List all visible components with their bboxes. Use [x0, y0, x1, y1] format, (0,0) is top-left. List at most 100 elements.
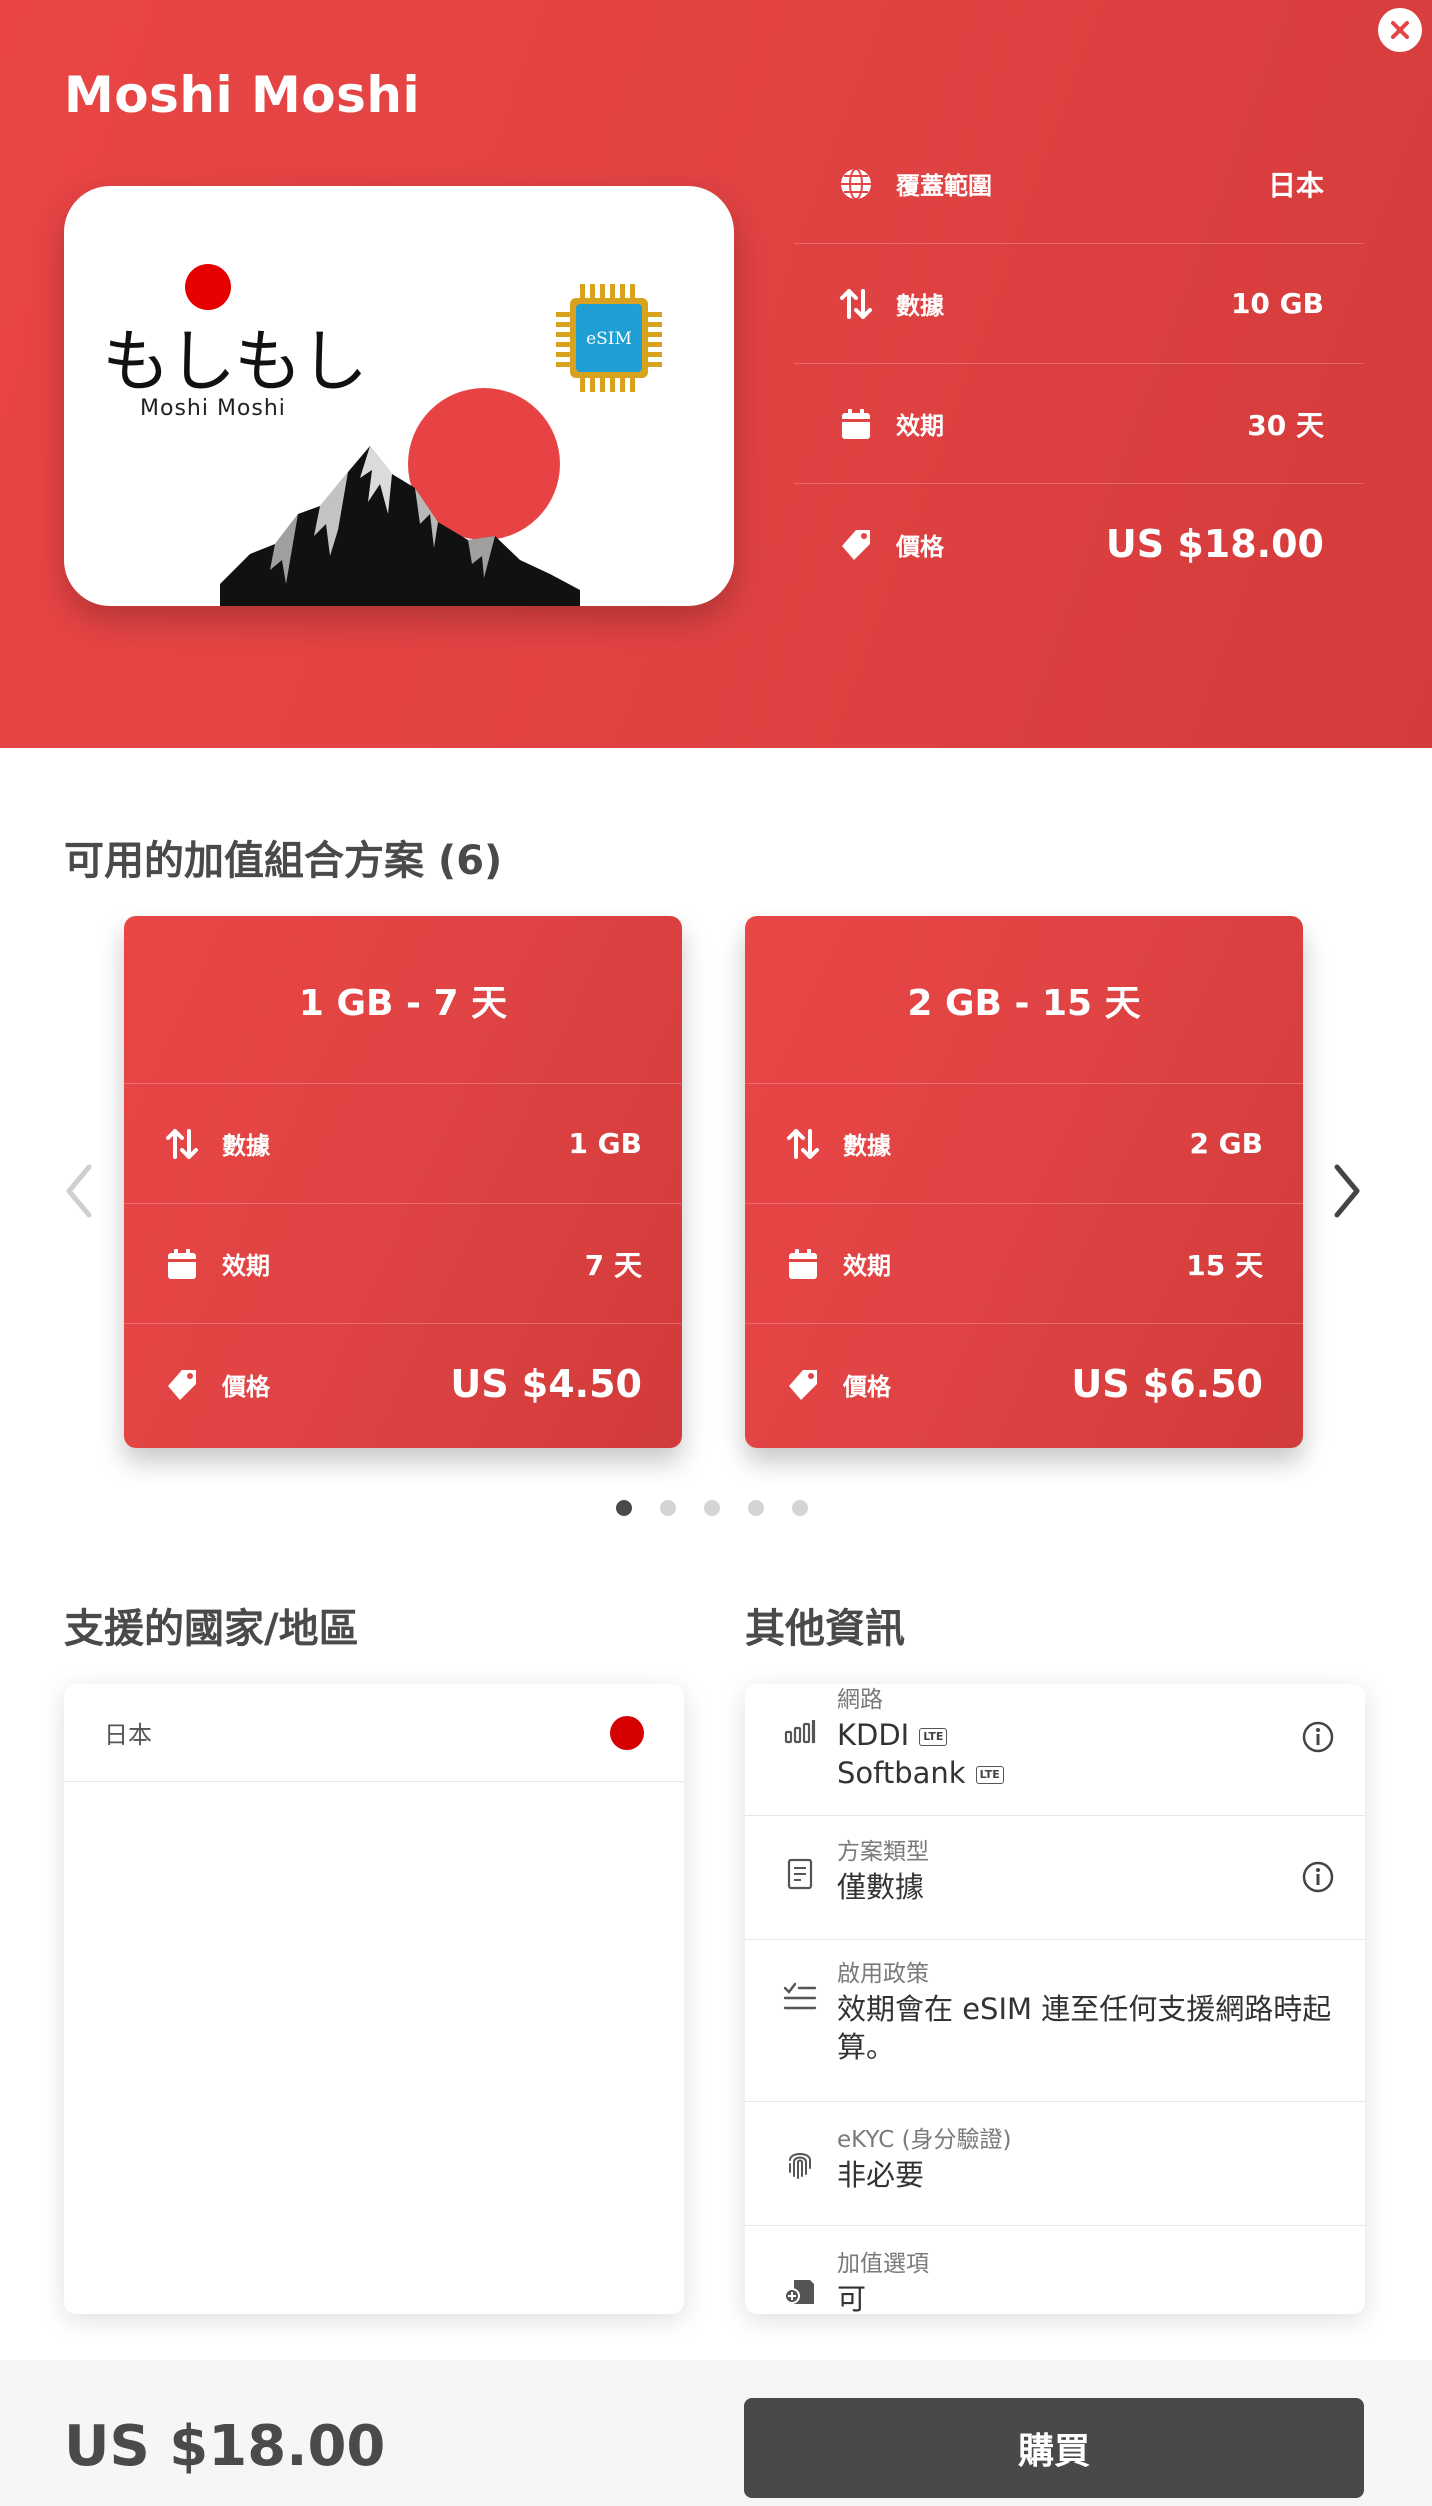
close-button[interactable] — [1378, 8, 1422, 52]
pagination-dot[interactable] — [660, 1500, 676, 1516]
info-caption: 啟用政策 — [837, 1961, 929, 1987]
info-value: 可 — [837, 2282, 867, 2314]
info-activation-policy: 啟用政策 效期會在 eSIM 連至任何支援網路時起算。 — [745, 1940, 1365, 2102]
topup-label: 數據 — [843, 1132, 891, 1160]
calendar-icon — [838, 406, 874, 442]
logo-japanese-text: もしもし — [102, 323, 368, 402]
price-tag-icon — [838, 526, 874, 562]
info-value: 非必要 — [837, 2158, 925, 2192]
info-icon[interactable] — [1301, 1720, 1335, 1754]
topup-price-row: 價格 US $6.50 — [745, 1324, 1303, 1444]
svg-text:eSIM: eSIM — [586, 329, 632, 349]
carousel-prev-button[interactable] — [56, 1160, 100, 1222]
price-tag-icon — [785, 1366, 821, 1402]
info-plan-type: 方案類型 僅數據 — [745, 1816, 1365, 1940]
topup-value: 15 天 — [1186, 1248, 1263, 1282]
topup-value: US $4.50 — [450, 1362, 642, 1406]
logo-sun — [185, 264, 231, 310]
info-ekyc: eKYC (身分驗證) 非必要 — [745, 2102, 1365, 2226]
info-title: 其他資訊 — [745, 1606, 905, 1652]
topup-value: US $6.50 — [1071, 1362, 1263, 1406]
topup-card-title: 2 GB - 15 天 — [745, 916, 1303, 1084]
topup-label: 價格 — [843, 1372, 891, 1401]
sim-card-image: もしもし Moshi Moshi eSIM — [64, 186, 734, 606]
product-title: Moshi Moshi — [64, 66, 421, 124]
plan-spec-list: 覆蓋範圍 日本 數據 10 GB 效期 30 天 價格 US $18.00 — [794, 124, 1364, 604]
topup-label: 效期 — [843, 1252, 891, 1280]
countries-title: 支援的國家/地區 — [64, 1606, 359, 1652]
product-header: Moshi Moshi もしもし Moshi Moshi eSIM 覆蓋範圍 日… — [0, 0, 1432, 748]
globe-icon — [838, 166, 874, 202]
pagination-dot[interactable] — [616, 1500, 632, 1516]
footer-price: US $18.00 — [64, 2414, 386, 2479]
spec-value: 10 GB — [1230, 287, 1324, 320]
info-caption: 加值選項 — [837, 2251, 929, 2277]
close-icon — [1391, 21, 1409, 39]
spec-data: 數據 10 GB — [794, 244, 1364, 364]
topup-value: 1 GB — [568, 1127, 642, 1160]
spec-label: 數據 — [896, 292, 944, 320]
topups-title: 可用的加值組合方案 (6) — [64, 838, 503, 884]
spec-value: 日本 — [1267, 168, 1324, 202]
countries-panel: 日本 — [64, 1684, 684, 2314]
buy-button[interactable]: 購買 — [744, 2398, 1364, 2498]
topup-validity-row: 效期 15 天 — [745, 1204, 1303, 1324]
pagination-dot[interactable] — [748, 1500, 764, 1516]
data-arrows-icon — [785, 1126, 821, 1162]
info-panel: 網路 KDDI LTE Softbank LTE 方案類型 僅數據 啟用政策 效期會… — [745, 1684, 1365, 2314]
calendar-icon — [164, 1246, 200, 1282]
calendar-icon — [785, 1246, 821, 1282]
info-caption: 網路 — [837, 1687, 883, 1713]
japan-flag-icon — [610, 1715, 644, 1750]
topup-validity-row: 效期 7 天 — [124, 1204, 682, 1324]
country-item: 日本 — [64, 1684, 684, 1782]
topup-label: 價格 — [222, 1372, 270, 1401]
spec-coverage: 覆蓋範圍 日本 — [794, 124, 1364, 244]
topup-card[interactable]: 1 GB - 7 天 數據 1 GB 效期 7 天 價格 US $4.50 — [124, 916, 682, 1448]
fingerprint-icon — [783, 2148, 817, 2180]
lte-badge: LTE — [919, 1728, 948, 1746]
sim-add-icon — [783, 2276, 817, 2306]
info-caption: eKYC (身分驗證) — [837, 2127, 1012, 2153]
data-arrows-icon — [838, 286, 874, 322]
info-network: 網路 KDDI LTE Softbank LTE — [745, 1684, 1365, 1816]
pagination-dot[interactable] — [704, 1500, 720, 1516]
info-caption: 方案類型 — [837, 1839, 929, 1865]
lte-badge: LTE — [975, 1766, 1004, 1784]
signal-bars-icon — [783, 1720, 817, 1744]
topup-value: 7 天 — [584, 1248, 642, 1282]
mountain-illustration — [220, 446, 580, 606]
spec-value: US $18.00 — [1105, 522, 1324, 566]
esim-chip-icon: eSIM — [556, 284, 662, 392]
topup-card-title: 1 GB - 7 天 — [124, 916, 682, 1084]
pagination-dot[interactable] — [792, 1500, 808, 1516]
data-arrows-icon — [164, 1126, 200, 1162]
carousel-pagination — [616, 1500, 808, 1516]
price-tag-icon — [164, 1366, 200, 1402]
topup-data-row: 數據 2 GB — [745, 1084, 1303, 1204]
topup-price-row: 價格 US $4.50 — [124, 1324, 682, 1444]
info-value: 僅數據 — [837, 1870, 925, 1904]
chevron-left-icon — [66, 1164, 92, 1218]
topup-label: 效期 — [222, 1252, 270, 1280]
chevron-right-icon — [1334, 1164, 1360, 1218]
spec-label: 效期 — [896, 412, 944, 440]
topup-data-row: 數據 1 GB — [124, 1084, 682, 1204]
carousel-next-button[interactable] — [1326, 1160, 1370, 1222]
topup-label: 數據 — [222, 1132, 270, 1160]
topup-card[interactable]: 2 GB - 15 天 數據 2 GB 效期 15 天 價格 US $6.50 — [745, 916, 1303, 1448]
spec-validity: 效期 30 天 — [794, 364, 1364, 484]
info-topup-option: 加值選項 可 — [745, 2226, 1365, 2314]
info-value: 效期會在 eSIM 連至任何支援網路時起算。 — [837, 1992, 1332, 2064]
purchase-footer: US $18.00 購買 — [0, 2360, 1432, 2506]
checklist-icon — [783, 1982, 817, 2012]
topup-value: 2 GB — [1189, 1127, 1263, 1160]
spec-price: 價格 US $18.00 — [794, 484, 1364, 604]
info-icon[interactable] — [1301, 1860, 1335, 1894]
document-icon — [783, 1858, 817, 1890]
spec-label: 覆蓋範圍 — [896, 172, 992, 200]
logo-english-text: Moshi Moshi — [140, 396, 286, 421]
network-carrier: Softbank LTE — [837, 1754, 1335, 1792]
network-carrier: KDDI LTE — [837, 1716, 1335, 1754]
spec-value: 30 天 — [1247, 408, 1324, 442]
